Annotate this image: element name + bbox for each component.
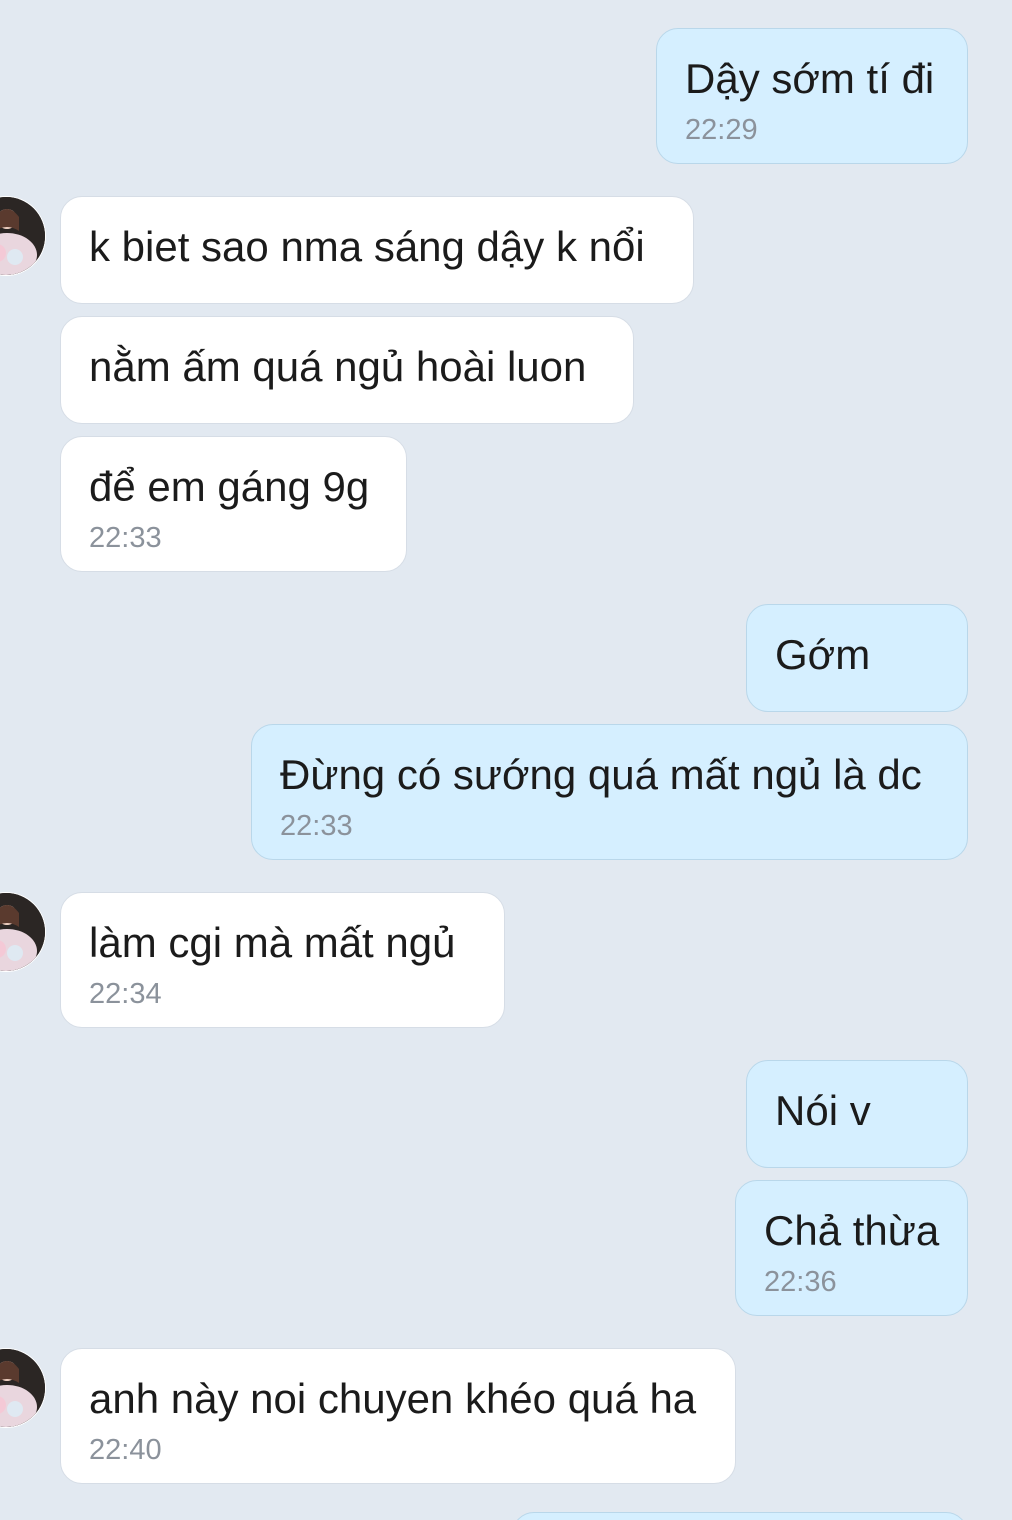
message-timestamp: 22:33: [89, 522, 162, 554]
incoming-message-bubble[interactable]: nằm ấm quá ngủ hoài luon: [60, 316, 634, 424]
message-timestamp: 22:34: [89, 978, 162, 1010]
message-text: Nói v: [775, 1087, 871, 1134]
outgoing-message-bubble[interactable]: Dậy sớm tí đi 22:29: [656, 28, 968, 164]
message-timestamp: 22:29: [685, 114, 758, 146]
outgoing-message-bubble[interactable]: Gớm: [746, 604, 968, 712]
avatar-photo: [0, 197, 45, 275]
contact-avatar[interactable]: [0, 196, 46, 276]
contact-avatar[interactable]: [0, 1348, 46, 1428]
incoming-message-bubble[interactable]: làm cgi mà mất ngủ 22:34: [60, 892, 505, 1028]
message-timestamp: 22:36: [764, 1266, 837, 1298]
outgoing-message-bubble[interactable]: Đừng có sướng quá mất ngủ là dc 22:33: [251, 724, 968, 860]
message-text: làm cgi mà mất ngủ: [89, 919, 456, 966]
incoming-message-bubble[interactable]: để em gáng 9g 22:33: [60, 436, 407, 572]
avatar-photo: [0, 893, 45, 971]
outgoing-message-bubble[interactable]: Nói v: [746, 1060, 968, 1168]
chat-message-list[interactable]: Dậy sớm tí đi 22:29 k biet sao nma sáng …: [0, 0, 1012, 1520]
message-text: Đừng có sướng quá mất ngủ là dc: [280, 751, 922, 798]
outgoing-message-bubble[interactable]: Chả thừa 22:36: [735, 1180, 968, 1316]
contact-avatar[interactable]: [0, 892, 46, 972]
message-timestamp: 22:33: [280, 810, 353, 842]
avatar-photo: [0, 1349, 45, 1427]
message-timestamp: 22:40: [89, 1434, 162, 1466]
message-text: k biet sao nma sáng dậy k nổi: [89, 223, 645, 270]
message-text: anh này noi chuyen khéo quá ha: [89, 1375, 697, 1422]
incoming-message-bubble[interactable]: anh này noi chuyen khéo quá ha 22:40: [60, 1348, 736, 1484]
message-text: nằm ấm quá ngủ hoài luon: [89, 343, 587, 390]
message-text: Dậy sớm tí đi: [685, 55, 935, 102]
outgoing-message-bubble-partial[interactable]: [512, 1512, 968, 1520]
incoming-message-bubble[interactable]: k biet sao nma sáng dậy k nổi: [60, 196, 694, 304]
message-text: Gớm: [775, 631, 871, 678]
message-text: để em gáng 9g: [89, 463, 370, 510]
message-text: Chả thừa: [764, 1207, 940, 1254]
